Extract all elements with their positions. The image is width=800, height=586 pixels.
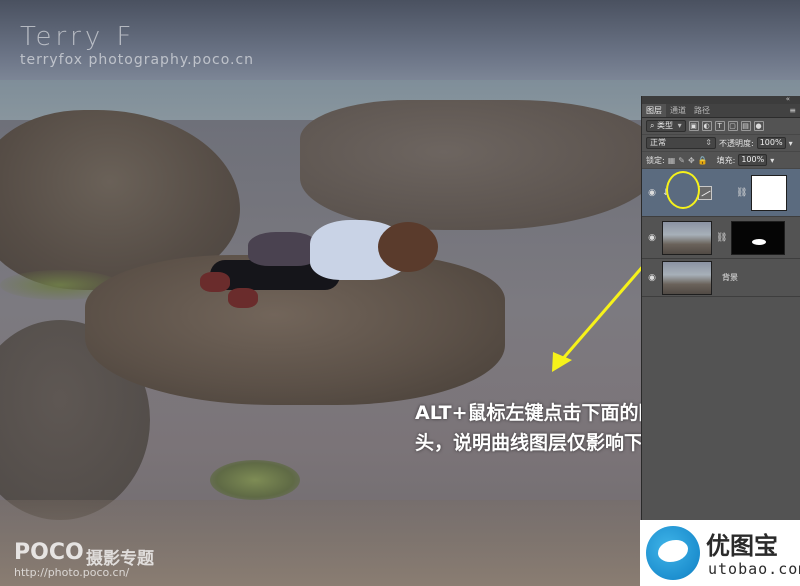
- chevron-down-icon[interactable]: ▾: [770, 156, 774, 165]
- highlight-circle: [666, 171, 700, 209]
- watermark-subtitle: terryfox photography.poco.cn: [20, 52, 255, 68]
- chevron-down-icon: ⇕: [705, 138, 712, 147]
- layer-mask-thumbnail[interactable]: [731, 220, 786, 255]
- girl-shoe: [228, 288, 258, 308]
- logo-domain: utobao.com: [708, 560, 800, 578]
- collapse-icon[interactable]: «: [786, 95, 790, 103]
- layer-thumbnail: [662, 220, 712, 255]
- blend-mode-select[interactable]: 正常 ⇕: [646, 137, 716, 149]
- link-chain-icon[interactable]: ⛓: [736, 188, 747, 198]
- girl-shoe: [200, 272, 230, 292]
- curves-adjustment-icon: [698, 185, 712, 200]
- layer-name: 背景: [722, 273, 738, 282]
- eye-icon[interactable]: ◉: [646, 273, 658, 283]
- filter-kind-select[interactable]: ⌕ 类型 ▾: [646, 120, 686, 132]
- filter-adjustment-icon[interactable]: ◐: [701, 121, 712, 131]
- lock-label: 锁定:: [646, 155, 665, 165]
- blend-row: 正常 ⇕ 不透明度: 100% ▾: [642, 135, 800, 152]
- lock-row: 锁定: ▦ ✎ ✥ 🔒 填充: 100% ▾: [642, 152, 800, 169]
- girl-skirt: [248, 232, 318, 266]
- layer-curves[interactable]: ◉ ↓ ⛓: [642, 169, 800, 217]
- bird-logo-icon: [646, 526, 700, 580]
- panel-topbar: «: [642, 95, 800, 104]
- poco-url: http://photo.poco.cn/: [14, 566, 130, 579]
- search-icon: ⌕: [650, 121, 655, 130]
- sleeping-girl: [200, 210, 440, 310]
- lock-position-icon[interactable]: ✥: [688, 156, 695, 165]
- layer-background[interactable]: ◉ 背景: [642, 259, 800, 297]
- blend-mode-value: 正常: [650, 138, 666, 147]
- filter-row: ⌕ 类型 ▾ ▣ ◐ T ▢ ▤ ●: [642, 118, 800, 135]
- watermark-title: Terry F: [20, 22, 136, 52]
- panel-menu-icon[interactable]: ≡: [789, 104, 800, 117]
- tab-layers[interactable]: 图层: [642, 104, 666, 117]
- tab-paths[interactable]: 路径: [690, 104, 714, 117]
- lock-pixels-icon[interactable]: ✎: [678, 156, 685, 165]
- fill-label: 填充:: [716, 155, 736, 165]
- lock-transparency-icon[interactable]: ▦: [668, 156, 676, 165]
- chevron-down-icon[interactable]: ▾: [789, 139, 793, 148]
- layer-thumbnail: [662, 260, 712, 295]
- link-chain-icon[interactable]: ⛓: [716, 233, 727, 243]
- filter-pixel-icon[interactable]: ▣: [688, 121, 699, 131]
- layer-mask-thumbnail[interactable]: [751, 174, 788, 211]
- filter-type-icon[interactable]: T: [714, 121, 725, 131]
- logo-name: 优图宝: [706, 532, 778, 560]
- filter-toggle-icon[interactable]: ●: [753, 121, 764, 131]
- moss-patch: [210, 460, 300, 500]
- eye-icon[interactable]: ◉: [646, 233, 658, 243]
- panel-tabs: 图层 通道 路径 ≡: [642, 104, 800, 118]
- utobao-logo: 优图宝 utobao.com: [640, 520, 800, 586]
- poco-brand: POCO: [14, 540, 84, 565]
- tab-channels[interactable]: 通道: [666, 104, 690, 117]
- lock-all-icon[interactable]: 🔒: [698, 156, 708, 165]
- opacity-input[interactable]: 100%: [756, 137, 786, 149]
- chevron-down-icon: ▾: [677, 121, 682, 130]
- filter-kind-value: 类型: [657, 121, 674, 130]
- fill-input[interactable]: 100%: [738, 154, 768, 166]
- eye-icon[interactable]: ◉: [646, 188, 658, 198]
- layer-girl[interactable]: ◉ ⛓: [642, 217, 800, 259]
- girl-hair: [378, 222, 438, 272]
- filter-shape-icon[interactable]: ▢: [727, 121, 738, 131]
- opacity-label: 不透明度:: [719, 138, 754, 148]
- layers-panel: « 图层 通道 路径 ≡ ⌕ 类型 ▾ ▣ ◐ T ▢ ▤ ● 正常 ⇕ 不透明…: [641, 95, 800, 586]
- filter-smart-object-icon[interactable]: ▤: [740, 121, 751, 131]
